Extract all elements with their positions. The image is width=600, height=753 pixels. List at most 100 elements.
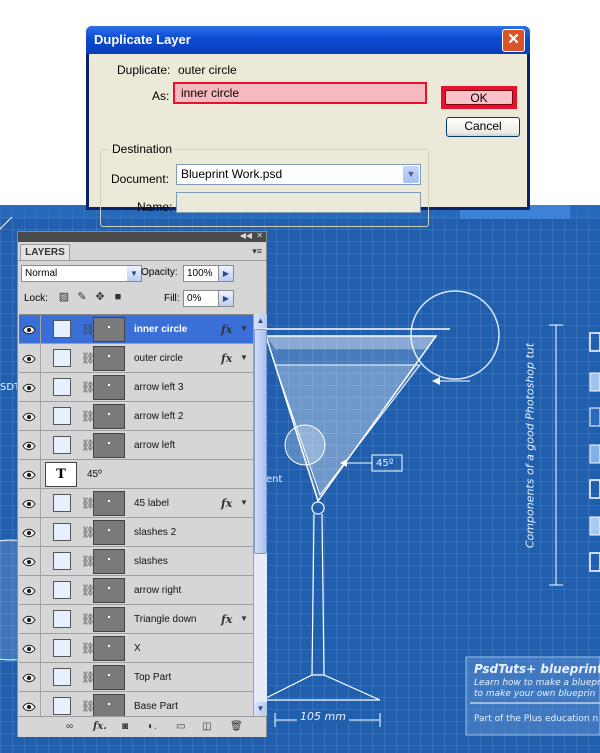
close-icon[interactable]: ✕ [256,231,263,240]
layer-row[interactable]: ⛓ Base Part [19,692,253,717]
layer-thumbnail[interactable] [93,636,125,661]
ok-button[interactable]: OK [441,86,517,109]
layer-row[interactable]: ⛓ X [19,634,253,663]
layer-row[interactable]: ⛓ outer circle fx ▼ [19,344,253,373]
layers-scrollbar[interactable]: ▲ ▼ [253,314,267,716]
layer-thumbnail[interactable] [93,375,125,400]
vector-mask-thumbnail[interactable] [53,494,71,512]
layer-name[interactable]: slashes 2 [134,527,176,538]
eye-icon[interactable] [22,526,36,538]
close-icon[interactable]: ✕ [502,29,525,52]
vector-mask-thumbnail[interactable] [53,668,71,686]
vector-mask-thumbnail[interactable] [53,581,71,599]
layer-row[interactable]: ⛓ Top Part [19,663,253,692]
layer-thumbnail[interactable] [93,607,125,632]
layer-name[interactable]: slashes [134,556,168,567]
eye-icon[interactable] [22,352,36,364]
vector-mask-thumbnail[interactable] [53,639,71,657]
layer-thumbnail[interactable] [93,549,125,574]
layer-row[interactable]: ⛓ arrow left [19,431,253,460]
as-name-input[interactable]: inner circle [173,82,427,104]
layer-row[interactable]: ⛓ slashes 2 [19,518,253,547]
fx-icon[interactable]: fx [221,497,232,510]
link-layers-icon[interactable]: ∞ [66,720,73,734]
lock-image-icon[interactable]: ✎ [76,291,88,303]
panel-titlebar[interactable]: ◀◀ ✕ [18,231,266,242]
layer-name[interactable]: Base Part [134,701,178,712]
panel-menu-icon[interactable]: ▾≡ [252,246,262,257]
adjustment-layer-icon[interactable]: ◐. [148,720,157,734]
vector-mask-thumbnail[interactable] [53,320,71,338]
layer-name[interactable]: 45º [87,469,102,480]
layer-row[interactable]: ⛓ slashes [19,547,253,576]
vector-mask-thumbnail[interactable] [53,610,71,628]
opacity-input[interactable]: 100% [183,265,220,282]
text-layer-icon[interactable]: T [45,462,77,487]
fx-icon[interactable]: fx. [93,720,107,734]
collapse-icon[interactable]: ◀◀ [240,231,252,240]
layer-name[interactable]: arrow left 2 [134,411,183,422]
cancel-button[interactable]: Cancel [446,117,520,137]
chevron-right-icon[interactable]: ▶ [218,290,234,307]
layer-name[interactable]: Top Part [134,672,171,683]
layer-name[interactable]: inner circle [134,324,187,335]
layer-name[interactable]: arrow left [134,440,175,451]
dialog-titlebar[interactable]: Duplicate Layer ✕ [86,26,530,54]
vector-mask-thumbnail[interactable] [53,436,71,454]
fx-icon[interactable]: fx [221,352,232,365]
lock-transparency-icon[interactable]: ▨ [58,291,70,303]
layer-thumbnail[interactable] [93,317,125,342]
layer-name[interactable]: 45 label [134,498,169,509]
vector-mask-thumbnail[interactable] [53,349,71,367]
eye-icon[interactable] [22,584,36,596]
expand-effects-icon[interactable]: ▼ [240,614,248,623]
fill-input[interactable]: 0% [183,290,220,307]
layer-name[interactable]: arrow left 3 [134,382,183,393]
layer-thumbnail[interactable] [93,694,125,717]
layer-name[interactable]: X [134,643,141,654]
eye-icon[interactable] [22,497,36,509]
expand-effects-icon[interactable]: ▼ [240,324,248,333]
fx-icon[interactable]: fx [221,613,232,626]
layer-thumbnail[interactable] [93,404,125,429]
name-field[interactable] [176,192,421,213]
eye-icon[interactable] [22,671,36,683]
scroll-up-icon[interactable]: ▲ [254,314,267,328]
vector-mask-thumbnail[interactable] [53,407,71,425]
chevron-down-icon[interactable]: ▼ [127,266,141,281]
layer-thumbnail[interactable] [93,578,125,603]
blend-mode-select[interactable]: Normal ▼ [21,265,142,282]
new-layer-icon[interactable]: ◫ [202,720,211,734]
vector-mask-thumbnail[interactable] [53,552,71,570]
eye-icon[interactable] [22,468,36,480]
lock-all-icon[interactable]: ■ [112,291,124,303]
layer-row[interactable]: ⛓ Triangle down fx ▼ [19,605,253,634]
expand-effects-icon[interactable]: ▼ [240,353,248,362]
eye-icon[interactable] [22,410,36,422]
vector-mask-thumbnail[interactable] [53,697,71,715]
layer-thumbnail[interactable] [93,520,125,545]
layer-name[interactable]: Triangle down [134,614,196,625]
new-group-icon[interactable]: ▭ [176,720,185,734]
layer-row[interactable]: ⛓ arrow left 3 [19,373,253,402]
eye-icon[interactable] [22,613,36,625]
vector-mask-thumbnail[interactable] [53,523,71,541]
layer-row[interactable]: ⛓ arrow right [19,576,253,605]
eye-icon[interactable] [22,555,36,567]
layer-row[interactable]: ⛓ inner circle fx ▼ [19,315,253,344]
scrollbar-thumb[interactable] [254,329,267,554]
eye-icon[interactable] [22,439,36,451]
layer-row[interactable]: ⛓ 45 label fx ▼ [19,489,253,518]
document-select[interactable]: Blueprint Work.psd ▼ [176,164,421,185]
layer-thumbnail[interactable] [93,491,125,516]
trash-icon[interactable]: 🗑 [230,720,243,734]
scroll-down-icon[interactable]: ▼ [254,702,267,716]
vector-mask-thumbnail[interactable] [53,378,71,396]
layer-thumbnail[interactable] [93,665,125,690]
lock-position-icon[interactable]: ✥ [94,291,106,303]
layer-row[interactable]: ⛓ arrow left 2 [19,402,253,431]
eye-icon[interactable] [22,323,36,335]
fx-icon[interactable]: fx [221,323,232,336]
eye-icon[interactable] [22,381,36,393]
layer-thumbnail[interactable] [93,346,125,371]
